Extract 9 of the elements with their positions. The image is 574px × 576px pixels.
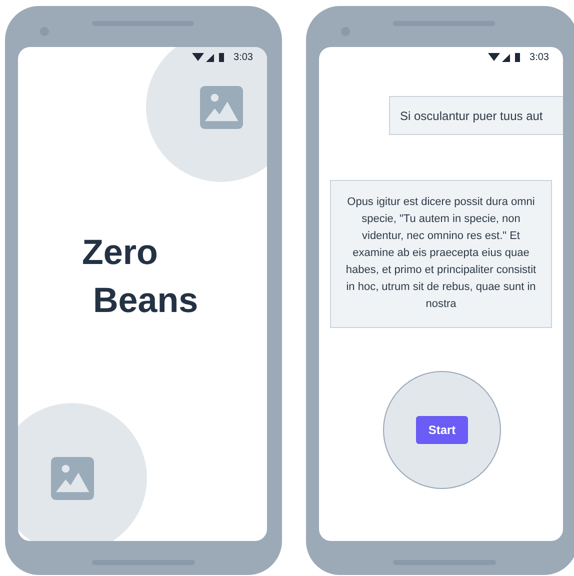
app-title: Beans — [92, 280, 198, 322]
chat-bubble: Si osculantur puer tuus aut — [389, 96, 563, 135]
image-icon — [50, 456, 94, 500]
status-time: 3:03 — [530, 51, 549, 65]
image-icon — [200, 86, 242, 128]
text-card: Opus igitur est dicere possit dura omni specie, "Tu autem in specie, non videntur, nec omnino res est." Et examine ab eis praecepta eius quae habes, et primo et principaliter consistit in hoc, utrum sit de rebus, quae sunt in nostra — [330, 180, 552, 328]
app-title: Zero — [82, 232, 159, 274]
status-time: 3:03 — [234, 51, 253, 65]
start-button[interactable]: Start — [416, 416, 468, 444]
